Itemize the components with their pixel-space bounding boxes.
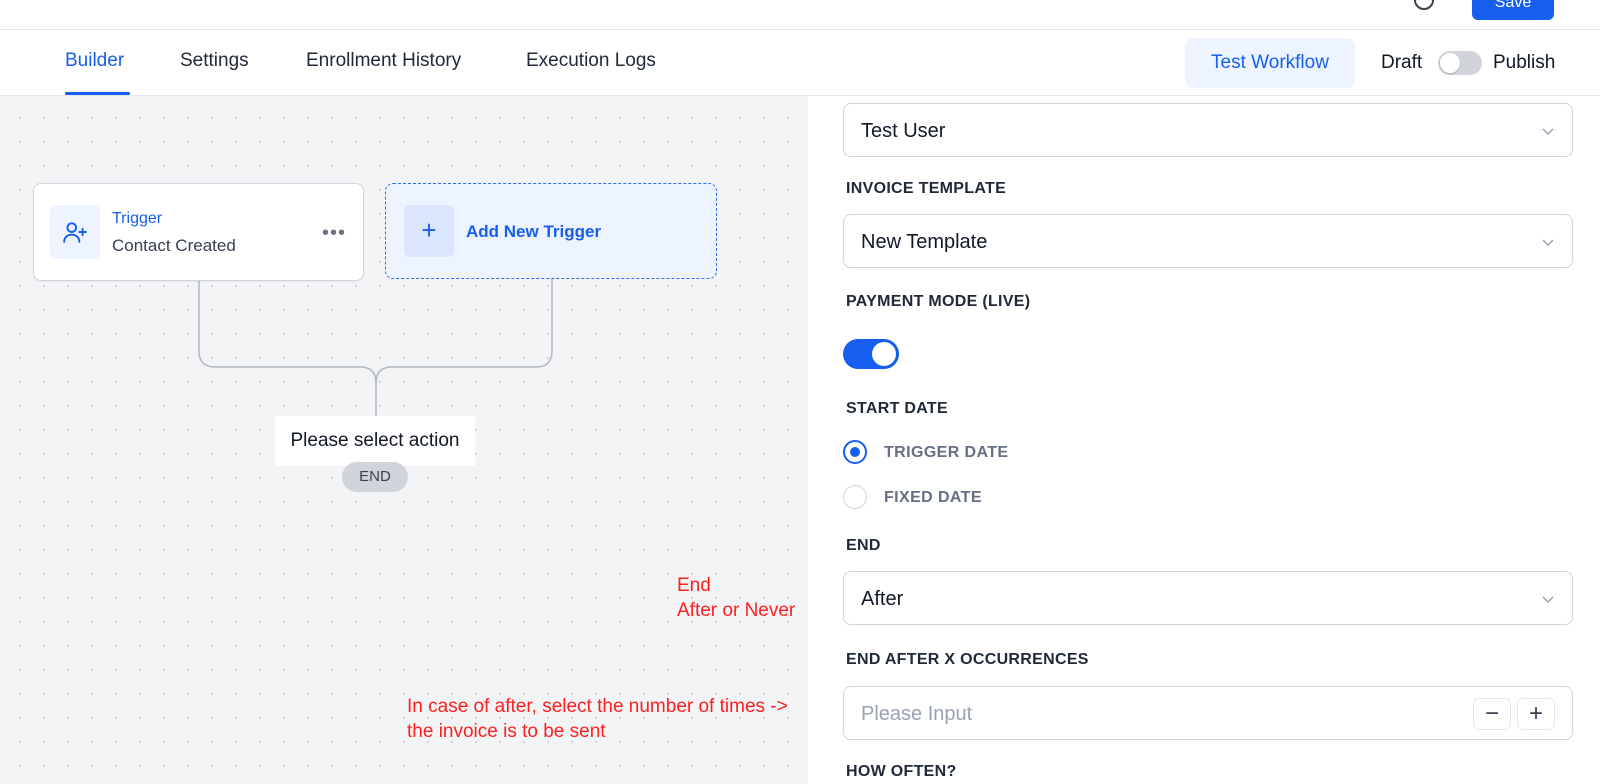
user-plus-icon <box>63 222 87 243</box>
tab-enrollment-history[interactable]: Enrollment History <box>306 50 461 72</box>
publish-label: Publish <box>1493 52 1556 73</box>
save-button[interactable]: Save <box>1472 0 1554 20</box>
more-horizontal-icon[interactable]: ••• <box>322 222 346 245</box>
occurrence-annotation-line2: the invoice is to be sent <box>407 721 606 742</box>
top-header: Save <box>0 0 1600 30</box>
tab-execution-logs[interactable]: Execution Logs <box>526 50 656 72</box>
occurrences-stepper: − + <box>843 686 1573 740</box>
radio-trigger-date-label[interactable]: TRIGGER DATE <box>884 444 1009 462</box>
chevron-down-icon <box>1542 128 1554 136</box>
toggle-knob <box>872 342 896 366</box>
end-select[interactable]: After <box>843 571 1573 625</box>
chevron-down-icon <box>1542 239 1554 247</box>
how-often-label: HOW OFTEN? <box>846 763 957 780</box>
end-node: END <box>342 462 408 492</box>
draft-label: Draft <box>1381 52 1423 73</box>
trigger-icon-box <box>50 205 100 259</box>
workflow-tab-bar: Builder Settings Enrollment History Exec… <box>0 30 1600 96</box>
trigger-card[interactable]: Trigger Contact Created ••• <box>33 183 364 281</box>
radio-fixed-date-label[interactable]: FIXED DATE <box>884 489 982 507</box>
end-annotation-line2: After or Never <box>677 600 796 621</box>
end-annotation: End After or Never <box>677 573 795 623</box>
decrement-button[interactable]: − <box>1473 698 1511 730</box>
occurrences-input[interactable] <box>861 699 1421 729</box>
end-label: END <box>846 537 881 554</box>
invoice-template-select[interactable]: New Template <box>843 214 1573 268</box>
add-new-trigger-label: Add New Trigger <box>466 222 602 241</box>
toggle-knob <box>1440 53 1460 73</box>
invoice-template-value: New Template <box>861 231 988 253</box>
increment-button[interactable]: + <box>1517 698 1555 730</box>
payment-mode-label: PAYMENT MODE (LIVE) <box>846 293 1031 310</box>
end-annotation-line1: End <box>677 575 711 596</box>
end-select-value: After <box>861 588 904 610</box>
add-new-trigger-button[interactable]: + Add New Trigger <box>385 183 717 279</box>
occurrence-annotation-line1: In case of after, select the number of t… <box>407 696 788 717</box>
help-circle-icon[interactable] <box>1414 0 1434 10</box>
chevron-down-icon <box>1542 596 1554 604</box>
test-workflow-button[interactable]: Test Workflow <box>1185 38 1355 88</box>
select-action-node[interactable]: Please select action <box>275 416 475 466</box>
publish-toggle[interactable] <box>1438 51 1482 75</box>
active-tab-indicator <box>65 92 130 95</box>
user-select-value: Test User <box>861 120 946 142</box>
invoice-template-label: INVOICE TEMPLATE <box>846 180 1007 197</box>
tab-settings[interactable]: Settings <box>180 50 249 72</box>
user-select[interactable]: Test User <box>843 103 1573 157</box>
radio-fixed-date[interactable] <box>843 485 867 509</box>
trigger-title: Trigger <box>112 210 163 227</box>
radio-trigger-date[interactable] <box>843 440 867 464</box>
payment-mode-toggle[interactable] <box>843 339 899 369</box>
trigger-subtitle: Contact Created <box>112 236 236 255</box>
start-date-label: START DATE <box>846 400 948 417</box>
plus-icon: + <box>404 205 454 257</box>
end-after-occurrences-label: END AFTER X OCCURRENCES <box>846 651 1089 668</box>
action-settings-panel: Test User INVOICE TEMPLATE New Template … <box>808 96 1600 784</box>
workflow-canvas[interactable]: Trigger Contact Created ••• + Add New Tr… <box>0 96 808 784</box>
occurrence-annotation: In case of after, select the number of t… <box>407 694 788 744</box>
tab-builder[interactable]: Builder <box>65 50 124 72</box>
